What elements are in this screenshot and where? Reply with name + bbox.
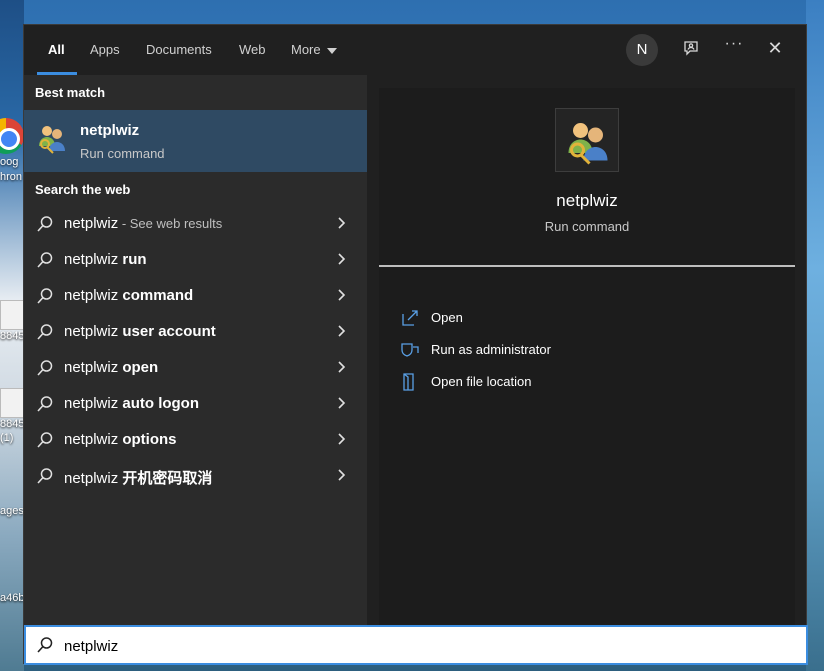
suggestion-prefix: netplwiz	[64, 431, 123, 448]
preview-app-type: Run command	[544, 219, 630, 234]
web-suggestion-item[interactable]: netplwiz 开机密码取消	[24, 457, 367, 493]
desktop-background-right	[806, 0, 824, 671]
preview-divider	[379, 265, 795, 267]
web-suggestion-item[interactable]: netplwiz auto logon	[24, 385, 367, 421]
file-location-icon	[403, 373, 414, 391]
action-open-file-location[interactable]: Open file location	[401, 371, 701, 395]
suggestion-bold: user account	[122, 323, 216, 340]
netplwiz-app-icon	[39, 126, 65, 154]
tab-more[interactable]: More	[291, 42, 337, 57]
best-match-result[interactable]: netplwiz Run command	[24, 110, 367, 172]
chevron-right-icon	[338, 361, 346, 373]
suggestion-prefix: netplwiz	[64, 395, 123, 412]
action-run-as-admin-label: Run as administrator	[431, 342, 551, 357]
action-open-label: Open	[431, 310, 463, 325]
search-icon	[37, 252, 53, 268]
web-suggestion-item[interactable]: netplwiz command	[24, 277, 367, 313]
account-avatar[interactable]: N	[626, 34, 658, 66]
desktop-label: 8845	[0, 330, 25, 342]
tab-more-label: More	[291, 42, 321, 57]
desktop-file-thumbnail[interactable]	[0, 388, 24, 418]
best-match-subtitle: Run command	[80, 146, 165, 161]
search-icon	[37, 468, 53, 484]
netplwiz-app-icon	[568, 123, 608, 165]
action-open-file-location-label: Open file location	[431, 374, 532, 389]
results-pane: Best match netplwiz Run command Search t…	[24, 75, 367, 625]
open-icon	[402, 310, 418, 326]
desktop-label: 8845	[0, 418, 25, 430]
shield-icon	[401, 343, 419, 357]
chevron-right-icon	[338, 325, 346, 337]
suggestion-prefix: netplwiz	[64, 359, 123, 376]
preview-app-name: netplwiz	[556, 191, 618, 210]
suggestion-bold: options	[122, 431, 177, 448]
chevron-down-icon	[326, 47, 337, 54]
suggestion-bold: open	[122, 359, 159, 376]
web-suggestion-item[interactable]: netplwiz user account	[24, 313, 367, 349]
tab-documents[interactable]: Documents	[146, 42, 212, 57]
tab-web[interactable]: Web	[239, 42, 266, 57]
web-suggestion-item[interactable]: netplwiz options	[24, 421, 367, 457]
chevron-right-icon	[338, 253, 346, 265]
feedback-icon[interactable]	[680, 39, 702, 61]
search-icon	[37, 637, 53, 653]
best-match-heading: Best match	[35, 85, 106, 100]
start-search-window: All Apps Documents Web More N ··· ✕ Best…	[23, 24, 808, 665]
suggestion-hint: - See web results	[118, 216, 223, 231]
search-web-heading: Search the web	[35, 182, 131, 197]
desktop-label: (1)	[0, 432, 14, 444]
action-run-as-admin[interactable]: Run as administrator	[401, 339, 701, 363]
search-icon	[37, 324, 53, 340]
suggestion-prefix: netplwiz	[64, 251, 123, 268]
close-icon[interactable]: ✕	[764, 38, 786, 60]
more-options-icon[interactable]: ···	[723, 35, 745, 57]
suggestion-bold: auto logon	[122, 395, 200, 412]
chevron-right-icon	[338, 469, 346, 481]
suggestion-prefix: netplwiz	[64, 215, 119, 232]
search-scope-tabs: All Apps Documents Web More N ··· ✕	[24, 25, 808, 75]
suggestion-prefix: netplwiz	[64, 323, 123, 340]
best-match-title: netplwiz	[80, 122, 140, 139]
search-box	[24, 625, 808, 665]
desktop-file-thumbnail[interactable]	[0, 300, 24, 330]
suggestion-bold: command	[122, 287, 194, 304]
search-icon	[37, 288, 53, 304]
tab-apps[interactable]: Apps	[90, 42, 120, 57]
desktop-label: a46b	[0, 592, 25, 604]
chevron-right-icon	[338, 433, 346, 445]
web-suggestion-item[interactable]: netplwiz open	[24, 349, 367, 385]
search-icon	[37, 216, 53, 232]
desktop-label: ages	[0, 505, 24, 517]
suggestion-prefix: netplwiz	[64, 287, 123, 304]
suggestion-bold: run	[122, 251, 147, 268]
action-open[interactable]: Open	[401, 307, 701, 331]
chevron-right-icon	[338, 397, 346, 409]
tab-all[interactable]: All	[48, 42, 65, 57]
web-suggestion-item[interactable]: netplwiz run	[24, 241, 367, 277]
app-tile	[555, 108, 619, 172]
search-icon	[37, 432, 53, 448]
chevron-right-icon	[338, 289, 346, 301]
web-suggestion-item[interactable]: netplwiz - See web results	[24, 205, 367, 241]
preview-pane: netplwiz Run command Open Run as adminis…	[379, 88, 795, 625]
chevron-right-icon	[338, 217, 346, 229]
suggestion-prefix: netplwiz	[64, 470, 123, 487]
desktop-label: oog	[0, 156, 19, 168]
search-icon	[37, 396, 53, 412]
desktop-label: hron	[0, 171, 23, 183]
search-input[interactable]	[64, 635, 764, 657]
search-icon	[37, 360, 53, 376]
suggestion-bold: 开机密码取消	[122, 470, 213, 487]
